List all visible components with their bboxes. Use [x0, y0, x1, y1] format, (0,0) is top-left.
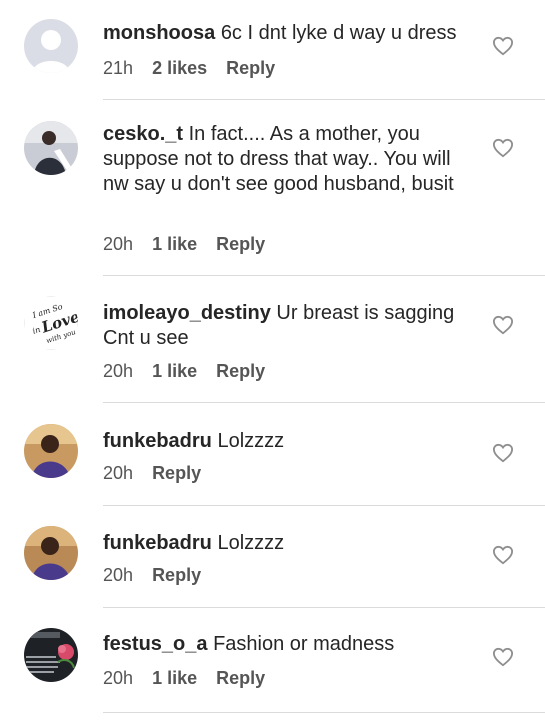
- comment-timestamp: 20h: [103, 463, 134, 483]
- comment-likes-count[interactable]: 1 like: [152, 233, 197, 255]
- comment-text: 6c I dnt lyke d way u dress: [220, 22, 457, 44]
- reply-button[interactable]: Reply: [226, 57, 275, 79]
- photo-avatar[interactable]: [24, 121, 78, 175]
- comment-username[interactable]: monshoosa: [103, 22, 215, 44]
- comment-item: cesko._t In fact.... As a mother, you su…: [0, 100, 545, 276]
- comment-body: funkebadru Lolzzzz: [103, 531, 475, 556]
- heart-outline-icon[interactable]: [492, 545, 514, 565]
- comment-likes-count[interactable]: 2 likes: [152, 57, 207, 79]
- comment-body: monshoosa 6c I dnt lyke d way u dress: [103, 21, 475, 46]
- comment-meta: 21h 2 likes Reply: [103, 57, 275, 79]
- heart-outline-icon[interactable]: [492, 315, 514, 335]
- love-text-avatar[interactable]: I am So in Love with you: [24, 296, 78, 350]
- comment-body: cesko._t In fact.... As a mother, you su…: [103, 122, 475, 197]
- photo-avatar[interactable]: [24, 628, 78, 682]
- comment-timestamp: 21h: [103, 58, 134, 78]
- reply-button[interactable]: Reply: [216, 667, 265, 689]
- comment-timestamp: 20h: [103, 234, 134, 254]
- divider: [103, 712, 545, 713]
- comment-likes-count[interactable]: 1 like: [152, 667, 197, 689]
- reply-button[interactable]: Reply: [216, 233, 265, 255]
- comment-meta: 20h Reply: [103, 564, 201, 586]
- reply-button[interactable]: Reply: [152, 564, 201, 586]
- comment-timestamp: 20h: [103, 668, 134, 688]
- comment-meta: 20h 1 like Reply: [103, 233, 265, 255]
- comment-item: I am So in Love with you imoleayo_destin…: [0, 276, 545, 403]
- comment-meta: 20h 1 like Reply: [103, 360, 265, 382]
- default-avatar-icon[interactable]: [24, 19, 78, 73]
- comment-username[interactable]: cesko._t: [103, 123, 183, 145]
- comment-timestamp: 20h: [103, 565, 134, 585]
- comment-item: funkebadru Lolzzzz 20h Reply: [0, 506, 545, 608]
- comment-body: festus_o_a Fashion or madness: [103, 632, 475, 657]
- heart-outline-icon[interactable]: [492, 443, 514, 463]
- comment-username[interactable]: funkebadru: [103, 532, 212, 554]
- comment-item: festus_o_a Fashion or madness 20h 1 like…: [0, 608, 545, 720]
- comment-username[interactable]: imoleayo_destiny: [103, 302, 271, 324]
- heart-outline-icon[interactable]: [492, 138, 514, 158]
- comment-meta: 20h Reply: [103, 462, 201, 484]
- comment-text: Lolzzzz: [217, 532, 285, 554]
- comment-item: funkebadru Lolzzzz 20h Reply: [0, 403, 545, 506]
- comment-meta: 20h 1 like Reply: [103, 667, 265, 689]
- heart-outline-icon[interactable]: [492, 647, 514, 667]
- comment-text: Lolzzzz: [217, 430, 285, 452]
- reply-button[interactable]: Reply: [216, 360, 265, 382]
- comment-timestamp: 20h: [103, 361, 134, 381]
- photo-avatar[interactable]: [24, 526, 78, 580]
- heart-outline-icon[interactable]: [492, 36, 514, 56]
- comment-body: imoleayo_destiny Ur breast is sagging Cn…: [103, 301, 475, 351]
- photo-avatar[interactable]: [24, 424, 78, 478]
- comment-username[interactable]: festus_o_a: [103, 633, 208, 655]
- comment-username[interactable]: funkebadru: [103, 430, 212, 452]
- reply-button[interactable]: Reply: [152, 462, 201, 484]
- comment-likes-count[interactable]: 1 like: [152, 360, 197, 382]
- comment-body: funkebadru Lolzzzz: [103, 429, 475, 454]
- comment-text: Fashion or madness: [213, 633, 395, 655]
- comment-item: monshoosa 6c I dnt lyke d way u dress 21…: [0, 0, 545, 100]
